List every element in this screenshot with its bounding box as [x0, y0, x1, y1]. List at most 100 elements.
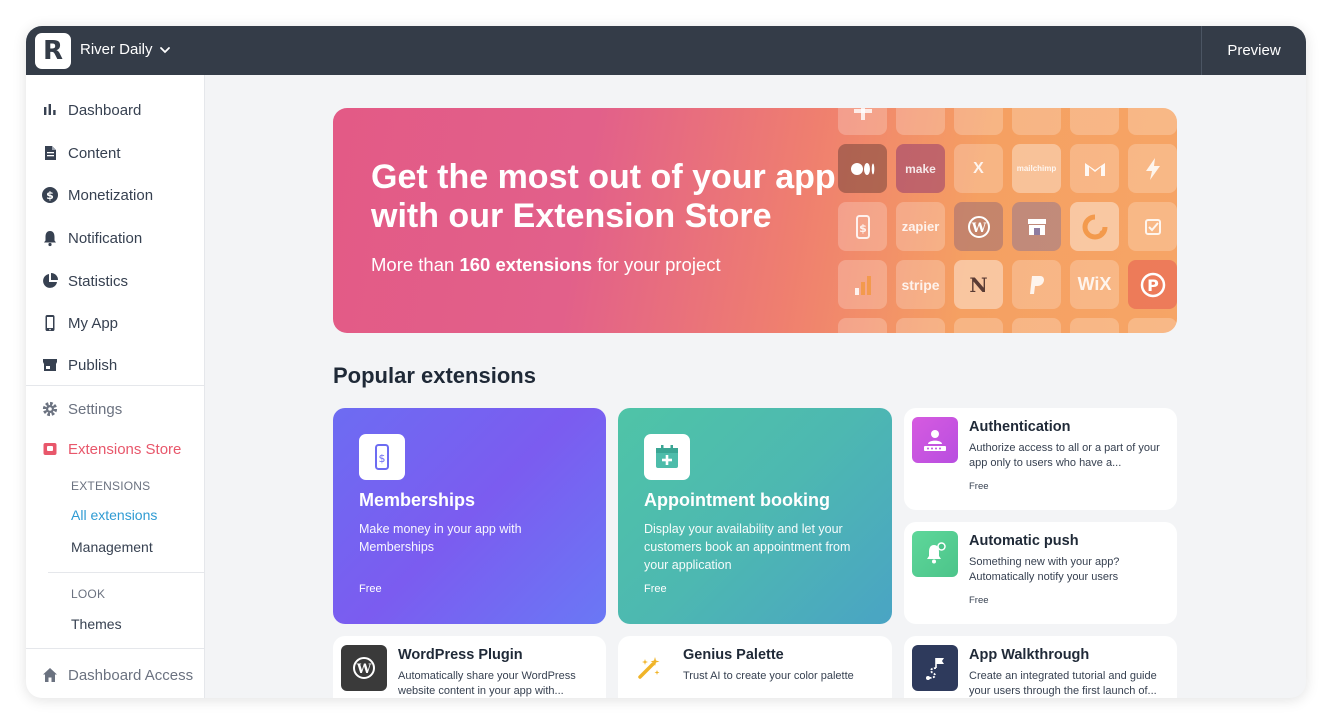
card-price: Free — [359, 583, 382, 595]
extension-card-memberships[interactable]: $ Memberships Make money in your app wit… — [333, 408, 606, 624]
user-password-icon — [912, 417, 958, 463]
sidebar-subitem-management[interactable]: Management — [71, 539, 153, 555]
app-logo[interactable]: R — [35, 33, 71, 69]
phone-icon — [954, 108, 1003, 135]
dollar-coin-icon: $ — [41, 186, 59, 204]
sidebar-item-content[interactable]: Content — [26, 135, 205, 171]
section-label-extensions: EXTENSIONS — [71, 479, 151, 493]
integration-logo-grid: make X mailchimp $ zapier W stripe N WiX… — [838, 108, 1177, 333]
svg-text:$: $ — [46, 189, 54, 202]
card-description: Display your availability and let your c… — [644, 522, 851, 572]
bell-clock-icon — [912, 531, 958, 577]
lightning-icon — [1128, 144, 1177, 193]
logo-tile — [1070, 318, 1119, 333]
phone-icon — [41, 314, 59, 332]
sidebar-item-label: Monetization — [68, 186, 154, 204]
section-label-look: LOOK — [71, 587, 106, 601]
card-price: Free — [969, 481, 989, 492]
password-icon — [896, 108, 945, 135]
extension-card-appointment-booking[interactable]: Appointment booking Display your availab… — [618, 408, 892, 624]
sidebar-subitem-themes[interactable]: Themes — [71, 616, 122, 632]
pinterest-icon: P — [1128, 260, 1177, 309]
sidebar-item-my-app[interactable]: My App — [26, 305, 205, 341]
make-icon: make — [896, 144, 945, 193]
svg-text:$: $ — [379, 452, 386, 465]
flag-path-icon — [912, 645, 958, 691]
preview-button[interactable]: Preview — [1201, 26, 1306, 75]
wordpress-icon: W — [341, 645, 387, 691]
app-switcher[interactable]: River Daily — [80, 41, 171, 58]
sidebar-item-dashboard[interactable]: Dashboard — [26, 92, 205, 128]
sidebar-item-label: Extensions Store — [68, 440, 182, 458]
sidebar-item-statistics[interactable]: Statistics — [26, 263, 205, 299]
sidebar-item-publish[interactable]: Publish — [26, 347, 205, 383]
svg-text:$: $ — [859, 222, 867, 235]
sidebar-item-label: Settings — [68, 400, 123, 418]
card-price: Free — [969, 595, 989, 606]
bar-chart-icon — [838, 260, 887, 309]
sidebar-item-monetization[interactable]: $ Monetization — [26, 177, 205, 213]
sidebar-subitem-all-extensions[interactable]: All extensions — [71, 507, 157, 523]
sidebar-item-settings[interactable]: Settings — [26, 391, 205, 427]
card-price: Free — [644, 583, 667, 595]
extension-card-genius-palette[interactable]: Genius Palette Trust AI to create your c… — [618, 636, 892, 698]
document-icon — [41, 144, 59, 162]
app-window: R River Daily Preview Dashboard Content … — [26, 26, 1306, 698]
sidebar-item-label: Dashboard — [68, 101, 142, 119]
logo-tile — [838, 318, 887, 333]
mailchimp-icon: mailchimp — [1012, 144, 1061, 193]
extension-card-wordpress-plugin[interactable]: W WordPress Plugin Automatically share y… — [333, 636, 606, 698]
card-description: Make money in your app with Memberships — [359, 522, 522, 554]
sidebar-item-notification[interactable]: Notification — [26, 220, 205, 256]
sidebar-item-label: Dashboard Access — [68, 666, 194, 684]
card-title: Appointment booking — [644, 490, 830, 510]
wix-icon: WiX — [1070, 260, 1119, 309]
book-icon — [1012, 108, 1061, 135]
app-name: River Daily — [80, 41, 153, 58]
logo-tile — [1012, 318, 1061, 333]
popular-extensions-title: Popular extensions — [333, 363, 536, 388]
card-title: Authentication — [969, 419, 1071, 435]
wordpress-icon: W — [954, 202, 1003, 251]
sidebar-divider — [48, 572, 205, 573]
bar-chart-icon — [41, 101, 59, 119]
card-title: Genius Palette — [683, 647, 784, 663]
extension-card-automatic-push[interactable]: Automatic push Something new with your a… — [904, 522, 1177, 624]
sidebar-item-extensions-store[interactable]: Extensions Store — [26, 431, 205, 467]
main-content: make X mailchimp $ zapier W stripe N WiX… — [206, 75, 1306, 698]
card-title: App Walkthrough — [969, 647, 1090, 663]
sidebar: Dashboard Content $ Monetization Notific… — [26, 75, 205, 698]
pie-chart-icon — [41, 272, 59, 290]
gear-icon — [41, 400, 59, 418]
card-description: Create an integrated tutorial and guide … — [969, 670, 1157, 697]
sidebar-item-label: Content — [68, 144, 121, 162]
sidebar-item-label: Statistics — [68, 272, 129, 290]
magic-wand-icon — [626, 645, 672, 691]
home-icon — [41, 666, 59, 684]
svg-text:P: P — [1147, 276, 1159, 295]
extension-card-authentication[interactable]: Authentication Authorize access to all o… — [904, 408, 1177, 510]
card-description: Automatically share your WordPress websi… — [398, 670, 576, 697]
store-icon — [1012, 202, 1061, 251]
sidebar-item-label: Publish — [68, 356, 118, 374]
sidebar-item-label: My App — [68, 314, 119, 332]
zapier-icon: zapier — [896, 202, 945, 251]
checkbox-icon — [1128, 202, 1177, 251]
card-description: Trust AI to create your color palette — [683, 670, 854, 682]
notion-icon: N — [954, 260, 1003, 309]
card-title: WordPress Plugin — [398, 647, 523, 663]
banner-title: Get the most out of your app with our Ex… — [371, 158, 836, 235]
banner-subtitle: More than 160 extensions for your projec… — [371, 254, 721, 275]
sidebar-item-dashboard-access[interactable]: Dashboard Access — [26, 657, 205, 693]
sidebar-divider — [26, 385, 205, 386]
sidebar-divider — [26, 648, 205, 649]
store-icon — [41, 356, 59, 374]
card-description: Something new with your app? Automatical… — [969, 556, 1120, 583]
extension-store-banner[interactable]: make X mailchimp $ zapier W stripe N WiX… — [333, 108, 1177, 333]
card-description: Authorize access to all or a part of you… — [969, 442, 1160, 469]
logo-tile — [896, 318, 945, 333]
extension-card-app-walkthrough[interactable]: App Walkthrough Create an integrated tut… — [904, 636, 1177, 698]
plus-icon — [838, 108, 887, 135]
logo-tile — [954, 318, 1003, 333]
svg-text:W: W — [970, 221, 986, 236]
